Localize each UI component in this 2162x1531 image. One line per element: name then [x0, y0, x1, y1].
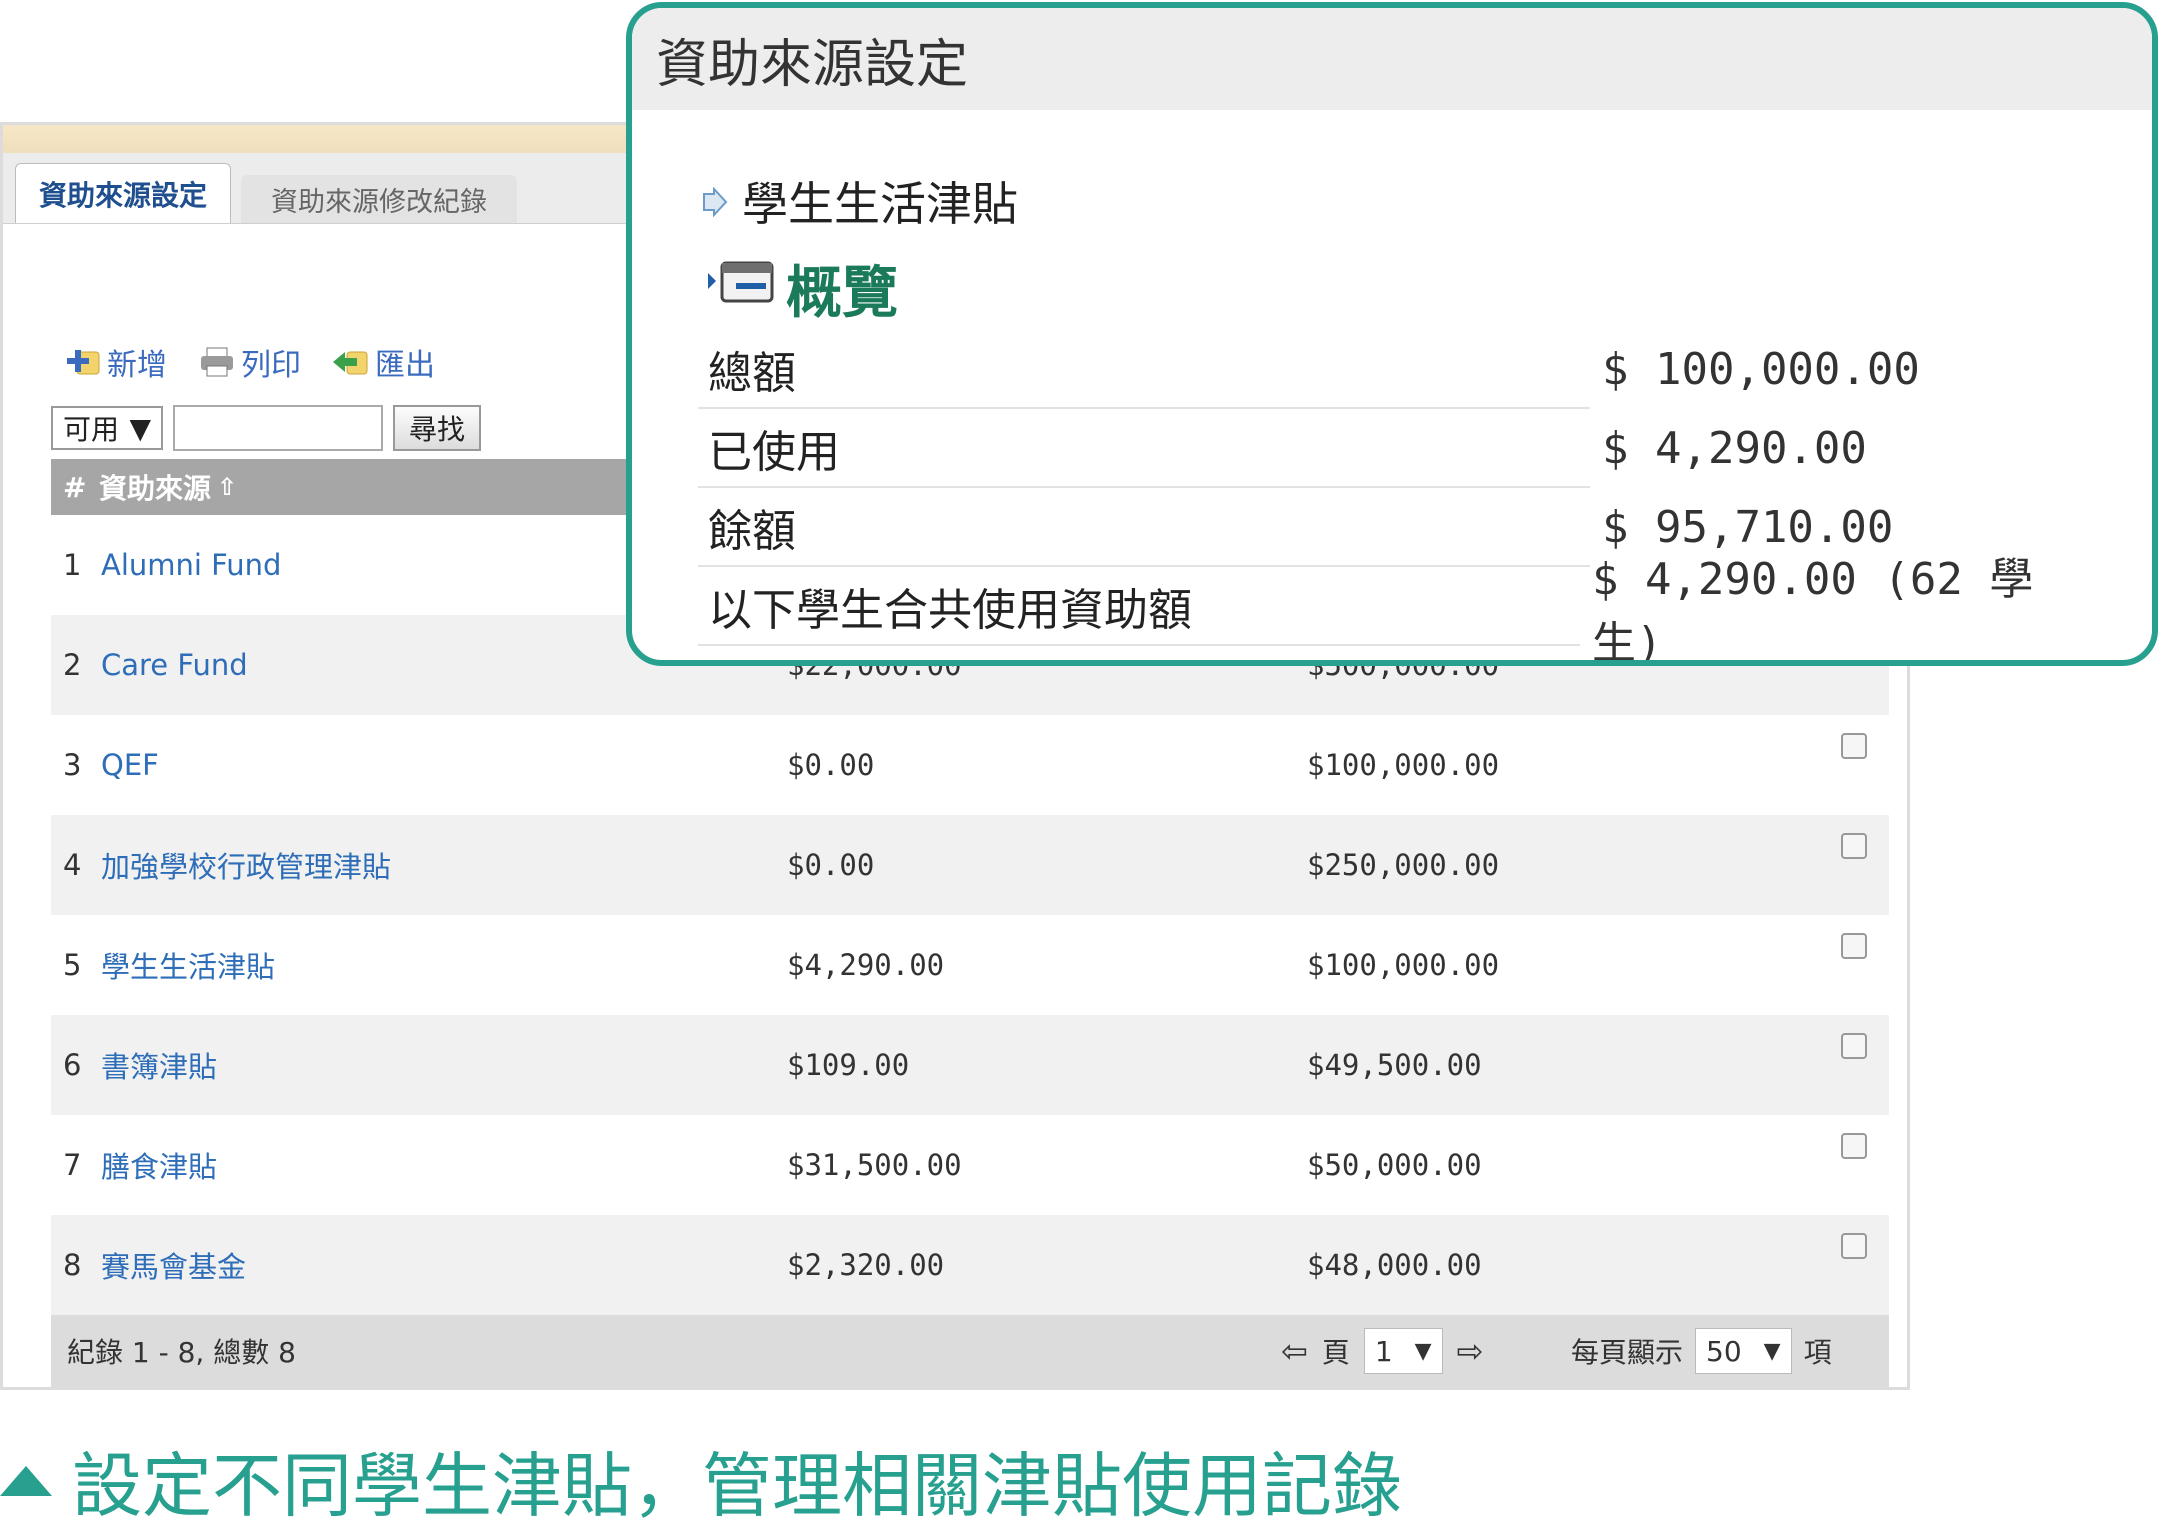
page-select[interactable]: 1 ▼ [1363, 1328, 1443, 1374]
status-select[interactable]: 可用 ▼ [51, 406, 163, 450]
print-button[interactable]: 列印 [197, 340, 301, 384]
new-label: 新增 [107, 348, 167, 383]
per-page-label: 每頁顯示 [1571, 1336, 1684, 1369]
row-number: 2 [63, 648, 82, 682]
summary-row: 總額 $ 100,000.00 [698, 330, 2098, 409]
fund-link[interactable]: 膳食津貼 [101, 1144, 787, 1186]
overview-heading: 概覽 [706, 248, 898, 329]
header-source[interactable]: 資助來源 [99, 467, 211, 507]
per-page-select[interactable]: 50 ▼ [1695, 1328, 1792, 1374]
callout-fund-row: 學生生活津貼 [698, 168, 1018, 234]
add-icon [63, 344, 103, 380]
dropdown-arrow-icon: ▼ [1414, 1338, 1432, 1364]
budget-amount: $50,000.00 [1307, 1148, 1482, 1182]
table-row: 6 書簿津貼 $109.00 $49,500.00 [51, 1015, 1889, 1115]
row-checkbox[interactable] [1841, 1133, 1867, 1159]
summary-row: 以下學生合共使用資助額 $ 4,290.00 (62 學生) [698, 554, 2098, 660]
export-icon [331, 344, 371, 380]
per-page-value: 50 [1706, 1334, 1742, 1368]
used-amount: $0.00 [787, 748, 875, 782]
caption: 設定不同學生津貼，管理相關津貼使用記錄 [0, 1430, 1402, 1531]
row-number: 1 [63, 548, 82, 582]
page-label: 頁 [1321, 1336, 1350, 1369]
header-hash: # [63, 470, 87, 504]
arrow-right-icon [698, 174, 728, 228]
tab-funding-change-log[interactable]: 資助來源修改紀錄 [241, 175, 517, 223]
overview-icon [706, 256, 776, 321]
per-page-control: 每頁顯示 50 ▼ 項 [1571, 1328, 1832, 1374]
dropdown-arrow-icon: ▼ [1763, 1338, 1781, 1364]
new-button[interactable]: 新增 [63, 340, 167, 384]
summary-label: 已使用 [698, 409, 1590, 488]
row-number: 5 [63, 948, 82, 982]
table-row: 7 膳食津貼 $31,500.00 $50,000.00 [51, 1115, 1889, 1215]
overview-title: 概覽 [786, 261, 898, 326]
row-number: 4 [63, 848, 82, 882]
summary-value: $ 100,000.00 [1602, 344, 1920, 395]
items-label: 項 [1803, 1336, 1832, 1369]
summary-label: 總額 [698, 330, 1590, 409]
dropdown-arrow-icon: ▼ [129, 411, 151, 445]
used-amount: $2,320.00 [787, 1248, 945, 1282]
page-select-value: 1 [1374, 1334, 1393, 1368]
summary-row: 已使用 $ 4,290.00 [698, 409, 2098, 488]
toolbar: 新增 列印 匯出 [63, 340, 435, 384]
fund-link[interactable]: 賽馬會基金 [101, 1244, 787, 1286]
row-number: 7 [63, 1148, 82, 1182]
table-row: 8 賽馬會基金 $2,320.00 $48,000.00 [51, 1215, 1889, 1315]
budget-amount: $48,000.00 [1307, 1248, 1482, 1282]
export-button[interactable]: 匯出 [331, 340, 435, 384]
summary-value: $ 4,290.00 [1602, 423, 1867, 474]
callout-fund-name: 學生生活津貼 [742, 177, 1018, 231]
print-label: 列印 [241, 348, 301, 383]
prev-page-icon[interactable]: ⇦ [1281, 1332, 1308, 1370]
row-checkbox[interactable] [1841, 1233, 1867, 1259]
search-button[interactable]: 尋找 [393, 405, 482, 451]
next-page-icon[interactable]: ⇨ [1457, 1332, 1484, 1370]
printer-icon [197, 344, 237, 380]
sort-asc-icon[interactable]: ⇧ [217, 473, 237, 501]
search-input[interactable] [173, 405, 383, 451]
record-count: 紀錄 1 - 8, 總數 8 [67, 1336, 296, 1369]
fund-link[interactable]: 學生生活津貼 [101, 944, 787, 986]
budget-amount: $100,000.00 [1307, 748, 1500, 782]
budget-amount: $100,000.00 [1307, 948, 1500, 982]
summary-label: 餘額 [698, 488, 1590, 567]
status-select-value: 可用 [63, 413, 120, 446]
row-number: 6 [63, 1048, 82, 1082]
triangle-up-icon [0, 1465, 52, 1496]
fund-link[interactable]: 加強學校行政管理津貼 [101, 844, 787, 886]
tab-funding-settings[interactable]: 資助來源設定 [15, 163, 231, 223]
row-checkbox[interactable] [1841, 1033, 1867, 1059]
table-row: 5 學生生活津貼 $4,290.00 $100,000.00 [51, 915, 1889, 1015]
summary-table: 總額 $ 100,000.00 已使用 $ 4,290.00 餘額 $ 95,7… [698, 330, 2098, 660]
used-amount: $4,290.00 [787, 948, 945, 982]
summary-label: 以下學生合共使用資助額 [698, 567, 1580, 646]
summary-callout: 資助來源設定 學生生活津貼 概覽 總額 $ 100,000.00 已使用 $ 4… [626, 2, 2158, 666]
export-label: 匯出 [375, 348, 435, 383]
used-amount: $0.00 [787, 848, 875, 882]
budget-amount: $49,500.00 [1307, 1048, 1482, 1082]
row-number: 3 [63, 748, 82, 782]
table-row: 4 加強學校行政管理津貼 $0.00 $250,000.00 [51, 815, 1889, 915]
filter-bar: 可用 ▼ 尋找 [51, 405, 482, 451]
table-row: 3 QEF $0.00 $100,000.00 [51, 715, 1889, 815]
fund-link[interactable]: 書簿津貼 [101, 1044, 787, 1086]
fund-link[interactable]: QEF [101, 748, 787, 782]
used-amount: $31,500.00 [787, 1148, 962, 1182]
pagination: ⇦ 頁 1 ▼ ⇨ [1281, 1328, 1483, 1374]
row-number: 8 [63, 1248, 82, 1282]
row-checkbox[interactable] [1841, 833, 1867, 859]
row-checkbox[interactable] [1841, 733, 1867, 759]
callout-title: 資助來源設定 [632, 8, 2152, 110]
used-amount: $109.00 [787, 1048, 910, 1082]
budget-amount: $250,000.00 [1307, 848, 1500, 882]
caption-text: 設定不同學生津貼，管理相關津貼使用記錄 [72, 1445, 1402, 1527]
row-checkbox[interactable] [1841, 933, 1867, 959]
table-footer: 紀錄 1 - 8, 總數 8 ⇦ 頁 1 ▼ ⇨ 每頁顯示 50 ▼ 項 [51, 1315, 1889, 1387]
summary-value: $ 4,290.00 (62 學生) [1591, 553, 2034, 666]
